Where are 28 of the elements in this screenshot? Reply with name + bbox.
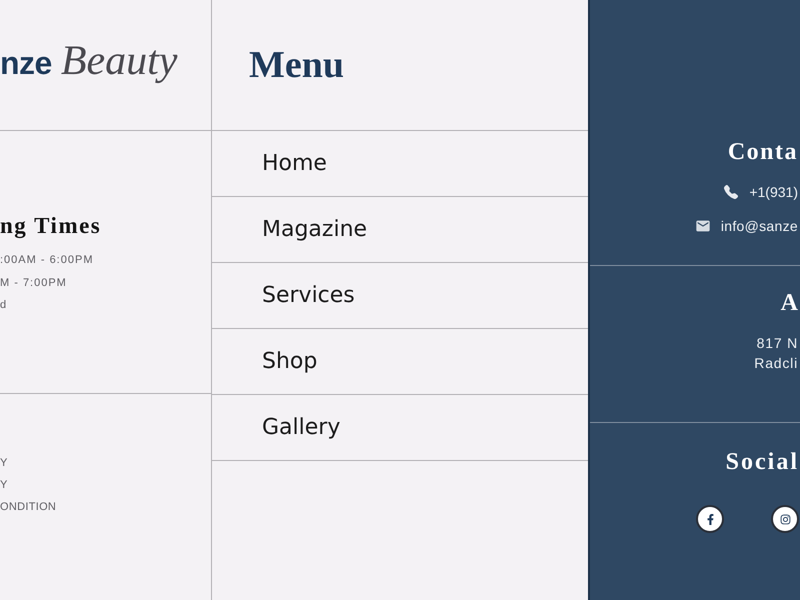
menu-link[interactable]: Services <box>262 282 355 310</box>
opening-hours-text: M - 7:00PM <box>0 276 67 290</box>
facebook-link[interactable] <box>696 505 724 533</box>
instagram-link[interactable] <box>771 505 799 533</box>
facebook-icon <box>704 514 716 524</box>
menu-link[interactable]: Gallery <box>262 414 340 442</box>
section-heading: Conta <box>728 138 798 166</box>
section-heading: Social <box>726 448 799 476</box>
instagram-icon <box>780 514 790 524</box>
footer-link[interactable]: ONDITION <box>0 496 56 518</box>
logo-wordmark: nze <box>0 47 52 79</box>
menu-link[interactable]: Shop <box>262 348 318 376</box>
footer-link[interactable]: Y <box>0 474 8 496</box>
phone-number[interactable]: +1(931) <box>749 181 798 203</box>
logo-script-text: Beauty <box>60 40 178 82</box>
phone-icon <box>724 185 738 199</box>
section-heading: A <box>780 289 798 317</box>
footer-link[interactable]: Y <box>0 452 8 474</box>
address-text: Radcli <box>754 354 798 373</box>
opening-hours-text: d <box>0 298 8 313</box>
section-heading: ng Times <box>0 212 102 240</box>
address-text: 817 N <box>756 334 798 353</box>
menu-heading: Menu <box>249 46 344 84</box>
menu-link[interactable]: Home <box>262 150 327 178</box>
email-link[interactable]: info@sanze <box>720 215 798 237</box>
email-icon <box>694 218 711 234</box>
opening-hours-text: :00AM - 6:00PM <box>0 253 94 268</box>
menu-link[interactable]: Magazine <box>262 216 368 244</box>
